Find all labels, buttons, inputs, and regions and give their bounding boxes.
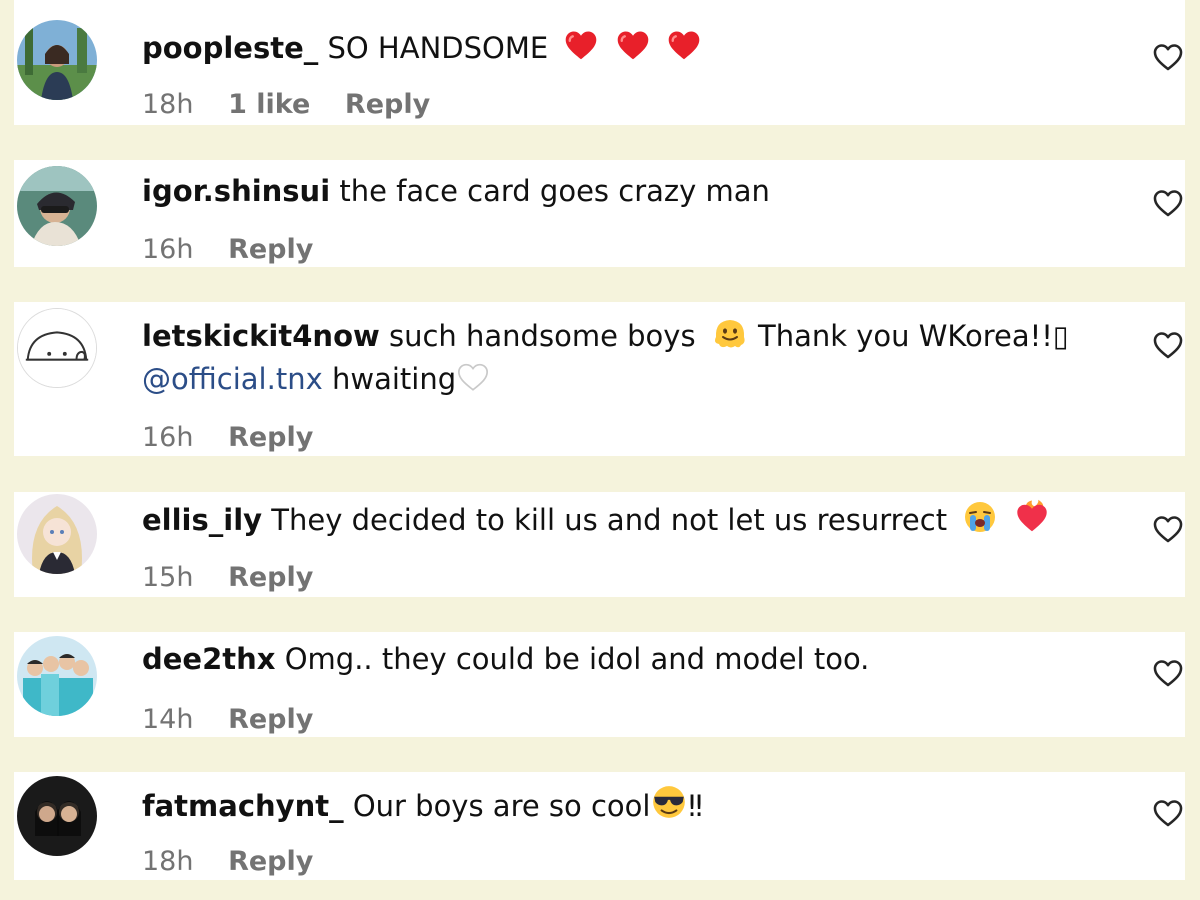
comment-meta: 14h Reply — [142, 704, 339, 736]
username[interactable]: letskickit4now — [142, 319, 380, 353]
comment-card: dee2thx Omg.. they could be idol and mod… — [14, 632, 1185, 737]
timestamp: 18h — [142, 89, 194, 120]
heart-outline-icon[interactable] — [1151, 328, 1185, 362]
melting-face-emoji — [714, 320, 745, 348]
comment-text: igor.shinsui the face card goes crazy ma… — [142, 173, 770, 209]
reply-button[interactable]: Reply — [228, 846, 313, 877]
avatar[interactable] — [17, 776, 97, 856]
comment-body: SO HANDSOME — [327, 31, 549, 65]
likes-count[interactable]: 1 like — [228, 89, 310, 120]
comment-text: dee2thx Omg.. they could be idol and mod… — [142, 641, 869, 677]
comment-body: Our boys are so cool — [352, 789, 651, 823]
comment-meta: 16h Reply — [142, 234, 339, 266]
comment-text: ellis_ily They decided to kill us and no… — [142, 499, 1050, 538]
comment-body: ‼ — [688, 789, 703, 823]
comment-card: poopleste_ SO HANDSOME 18h 1 like Reply — [14, 0, 1185, 125]
comment-text: fatmachynt_ Our boys are so cool ‼ — [142, 783, 703, 824]
timestamp: 14h — [142, 704, 194, 735]
reply-button[interactable]: Reply — [345, 89, 430, 120]
red-heart-emoji — [563, 27, 599, 63]
mention-link[interactable]: @official.tnx — [142, 362, 323, 396]
comment-meta: 18h Reply — [142, 846, 339, 878]
heart-outline-icon[interactable] — [1151, 796, 1185, 830]
comment-meta: 15h Reply — [142, 562, 339, 594]
heart-outline-icon[interactable] — [1151, 40, 1185, 74]
red-heart-emoji — [666, 27, 702, 63]
comment-body: Omg.. they could be idol and model too. — [284, 642, 870, 676]
heart-outline-icon[interactable] — [1151, 656, 1185, 690]
white-heart-emoji — [458, 363, 489, 391]
comment-meta: 18h 1 like Reply — [142, 89, 456, 121]
reply-button[interactable]: Reply — [228, 704, 313, 735]
comment-body: Thank you WKorea!!▯ — [758, 319, 1069, 353]
username[interactable]: dee2thx — [142, 642, 276, 676]
timestamp: 16h — [142, 422, 194, 453]
smiling-face-with-sunglasses-emoji — [653, 786, 686, 818]
comment-card: igor.shinsui the face card goes crazy ma… — [14, 160, 1185, 267]
comment-card: ellis_ily They decided to kill us and no… — [14, 492, 1185, 597]
comment-body: such handsome boys — [389, 319, 696, 353]
comment-body: the face card goes crazy man — [339, 174, 770, 208]
avatar[interactable] — [17, 20, 97, 100]
heart-on-fire-emoji — [1016, 499, 1047, 532]
avatar[interactable] — [17, 636, 97, 716]
comment-body: They decided to kill us and not let us r… — [271, 503, 948, 537]
heart-outline-icon[interactable] — [1151, 186, 1185, 220]
username[interactable]: ellis_ily — [142, 503, 262, 537]
comment-card: letskickit4now such handsome boys Thank … — [14, 302, 1185, 456]
avatar[interactable] — [17, 308, 97, 388]
username[interactable]: fatmachynt_ — [142, 789, 344, 823]
comment-text: poopleste_ SO HANDSOME — [142, 27, 702, 66]
comment-text: letskickit4now such handsome boys Thank … — [142, 315, 1069, 354]
loudly-crying-face-emoji — [965, 502, 996, 532]
reply-button[interactable]: Reply — [228, 422, 313, 453]
comment-meta: 16h Reply — [142, 422, 339, 454]
red-heart-emoji — [615, 27, 651, 63]
comment-card: fatmachynt_ Our boys are so cool ‼ 18h R… — [14, 772, 1185, 880]
timestamp: 16h — [142, 234, 194, 265]
timestamp: 18h — [142, 846, 194, 877]
username[interactable]: igor.shinsui — [142, 174, 330, 208]
avatar[interactable] — [17, 166, 97, 246]
avatar[interactable] — [17, 494, 97, 574]
comment-text-line-2: @official.tnx hwaiting — [142, 360, 490, 397]
username[interactable]: poopleste_ — [142, 31, 318, 65]
reply-button[interactable]: Reply — [228, 234, 313, 265]
heart-outline-icon[interactable] — [1151, 512, 1185, 546]
reply-button[interactable]: Reply — [228, 562, 313, 593]
timestamp: 15h — [142, 562, 194, 593]
comment-body: hwaiting — [331, 362, 457, 396]
